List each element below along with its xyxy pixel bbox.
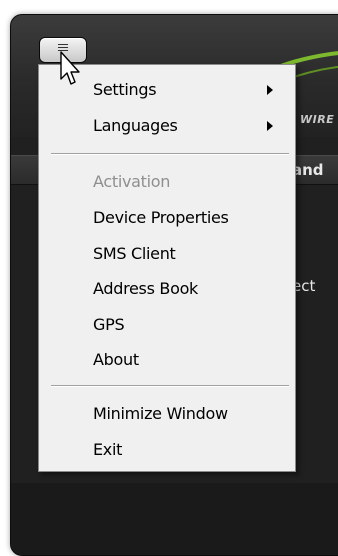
menu-item-sms-client[interactable]: SMS Client [39, 239, 295, 267]
menu-item-minimize-window[interactable]: Minimize Window [39, 399, 295, 427]
menu-item-address-book[interactable]: Address Book [39, 274, 295, 302]
menu-item-label: Languages [93, 116, 178, 135]
menu-item-about[interactable]: About [39, 345, 295, 373]
menu-item-label: SMS Client [93, 244, 176, 263]
menu-item-gps[interactable]: GPS [39, 310, 295, 338]
main-context-menu: Settings Languages Activation Device Pro… [38, 64, 296, 472]
menu-separator [51, 385, 289, 387]
chevron-right-icon [267, 85, 273, 95]
menu-item-label: Settings [93, 80, 157, 99]
menu-item-label: Exit [93, 440, 123, 459]
menu-item-label: Activation [93, 172, 171, 191]
menu-item-device-properties[interactable]: Device Properties [39, 203, 295, 231]
menu-item-activation: Activation [39, 167, 295, 195]
menu-item-languages[interactable]: Languages [39, 111, 295, 139]
bottom-panel [11, 483, 338, 555]
menu-item-exit[interactable]: Exit [39, 435, 295, 463]
mouse-cursor-icon [60, 51, 80, 85]
menu-separator [51, 153, 289, 155]
menu-item-label: GPS [93, 315, 125, 334]
chevron-right-icon [267, 121, 273, 131]
menu-item-label: About [93, 350, 139, 369]
menu-item-label: Device Properties [93, 208, 229, 227]
brand-text: WIRE [300, 113, 335, 126]
menu-item-label: Minimize Window [93, 404, 228, 423]
background-heading: and [292, 161, 324, 179]
menu-item-label: Address Book [93, 279, 199, 298]
